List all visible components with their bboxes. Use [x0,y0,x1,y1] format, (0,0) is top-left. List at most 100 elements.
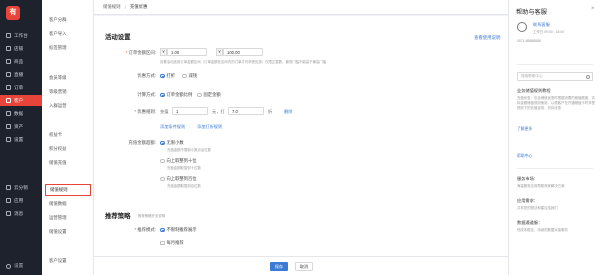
app-logo[interactable]: 有 [6,6,20,20]
service-market-title: 服务市场： [517,176,538,181]
calc-method-label: 计算方式: [137,92,156,97]
learn-more-link[interactable]: 了解更多 [517,127,532,132]
submenu-item[interactable]: 权益卡 [49,132,62,138]
secondary-menu: 客户分群 客户导入 标签管理 会员等级 等级营销 入群运营 权益卡 积分权益 储… [42,0,94,275]
submenu-item-active[interactable]: 储值规则 [45,184,91,196]
nav-item-shop[interactable]: 店铺 [0,43,42,54]
overflow-label: 充值金额超额: [128,140,156,145]
overflow-hint: 充值金额不限制小数点后位数 [167,148,212,152]
settings-icon [6,263,11,269]
radio-overflow-none[interactable]: 无限小数 [160,140,184,146]
save-button[interactable]: 保存 [270,262,288,271]
contact-service-link[interactable]: 联系客服 [533,22,550,28]
gear-icon [6,137,11,142]
nav-item-distribution[interactable]: 云分销 [0,182,42,193]
radio-icon [160,92,165,98]
submenu-item[interactable]: 客户分群 [49,17,67,23]
submenu-item[interactable]: 标签管理 [49,45,67,51]
radio-icon [160,158,165,164]
user-icon [6,98,11,103]
radio-discount[interactable]: 打折 [160,73,175,79]
radio-icon [160,227,165,233]
rule-prefix: 充值 [160,109,169,114]
divider [517,64,593,65]
rule-discount-input[interactable]: 7.0 [228,107,264,115]
guide-body: 充值优惠：包含储值优惠时根据设置的储值额度、实际金额储值规则使用，以便客户在开通… [517,96,595,110]
nav-item-workbench[interactable]: 工作台 [0,30,42,41]
recommend-title-hint: 推荐策略开关说明 [138,214,166,218]
submenu-item[interactable]: 客户设置 [49,258,67,264]
radio-overflow-tens[interactable]: 向上取整到十位 [160,158,197,164]
nav-item-orders[interactable]: 订单 [0,82,42,93]
submenu-item[interactable]: 运营管理 [49,215,67,221]
service-market-body: 海量服务应用帮助商家解决方案 [517,184,565,188]
action-bar: 保存 取消 [94,256,508,275]
close-icon[interactable]: × [591,6,595,12]
submenu-item[interactable]: 储值充值 [49,160,67,166]
shop-icon [6,46,11,51]
live-icon [6,72,11,77]
discount-type-label: 优惠方式: [137,73,156,78]
radio-order-ratio[interactable]: 订单金额比例 [160,92,192,98]
app-demand-title: 应用需求： [517,198,538,203]
submenu-item[interactable]: 会员等级 [49,75,67,81]
checkbox-recommend-monthly[interactable]: 每月推荐 [160,240,184,246]
breadcrumb-parent[interactable]: 储值规则 [103,4,121,10]
rule-unit: 折 [268,109,273,114]
order-icon [6,85,11,90]
nav-item-apps[interactable]: 应用 [0,195,42,206]
amount-hint: 设置活动适用订单金额区间（订单金额在区间内的订单才可享受优惠）仅限正整数，最低门… [160,60,327,64]
radio-icon [182,73,187,79]
help-doc-link[interactable]: 查看使用说明 [474,35,500,41]
nav-item-assets[interactable]: 资产 [0,121,42,132]
customer-service-avatar [517,22,527,32]
app-root: 有 工作台 店铺 商品 直播 订单 客户 数据 资产 设置 云分销 应用 消息 … [0,0,600,275]
bell-icon [6,211,11,216]
section-title-activity: 活动设置 [105,34,131,41]
overflow-hint: 充值金额取整到十位数 [167,166,201,170]
apps-icon [6,198,11,203]
nav-item-live[interactable]: 直播 [0,69,42,80]
nav-item-goods[interactable]: 商品 [0,56,42,67]
data-channel-body: 低成本稳定、持续的数据对接服务 [517,228,568,232]
help-search-input[interactable]: 搜索帮助中心 [517,72,593,81]
submenu-item[interactable]: 储值设置 [49,229,67,235]
radio-recommend-unlimited[interactable]: 不限制推荐展示 [160,227,197,233]
rule-label: *优惠规则: [134,109,156,114]
goods-icon [6,59,11,64]
radio-fixed-amount[interactable]: 固定金额 [197,92,221,98]
add-discount-rule-link[interactable]: 添加打折规则 [197,124,222,130]
nav-item-customers[interactable]: 客户 [0,95,42,106]
amount-min-input[interactable]: 1.00 [167,48,207,56]
cancel-button[interactable]: 取消 [295,262,313,271]
cloud-icon [6,185,11,190]
amount-range-label: *订单金额区间: [125,50,156,55]
rule-delete-link[interactable]: 删除 [284,109,292,115]
overflow-hint: 充值金额取整到百位数 [167,184,201,188]
add-rule-link[interactable]: 添加条件规则 [160,124,185,130]
nav-item-data[interactable]: 数据 [0,108,42,119]
submenu-item[interactable]: 客户导入 [49,31,67,37]
radio-overflow-hundreds[interactable]: 向上取整到百位 [160,176,197,182]
guide-title: 业务储值规则教程 [517,88,551,93]
nav-item-messages[interactable]: 消息 [0,208,42,219]
radio-reduce[interactable]: 减钱 [182,73,197,79]
rule-amount-input[interactable]: 1 [172,107,208,115]
service-hours: 工作日 09:00 - 18:00 [533,30,565,34]
amount-max-input[interactable]: 100.00 [223,48,263,56]
rule-mid-text: 元，打 [212,109,225,114]
section-title-recommend: 推荐策略 [105,213,131,220]
help-panel: 帮助与客服 × 联系客服 工作日 09:00 - 18:00 0571-8888… [508,0,600,275]
nav-item-settings[interactable]: 设置 [0,134,42,145]
nav-footer-settings[interactable]: 设置 [6,263,23,269]
search-icon [586,75,590,79]
recommend-mode-label: *推荐模式: [134,227,156,232]
submenu-item[interactable]: 等级营销 [49,89,67,95]
breadcrumb: 储值规则 / 充值优惠 [94,0,508,15]
data-channel-title: 数据通道服： [517,220,543,225]
submenu-item[interactable]: 积分权益 [49,146,67,152]
help-center-link[interactable]: 帮助中心 [517,154,532,159]
submenu-item[interactable]: 储值数据 [49,201,67,207]
submenu-item[interactable]: 入群运营 [49,103,67,109]
breadcrumb-separator: / [124,4,126,10]
